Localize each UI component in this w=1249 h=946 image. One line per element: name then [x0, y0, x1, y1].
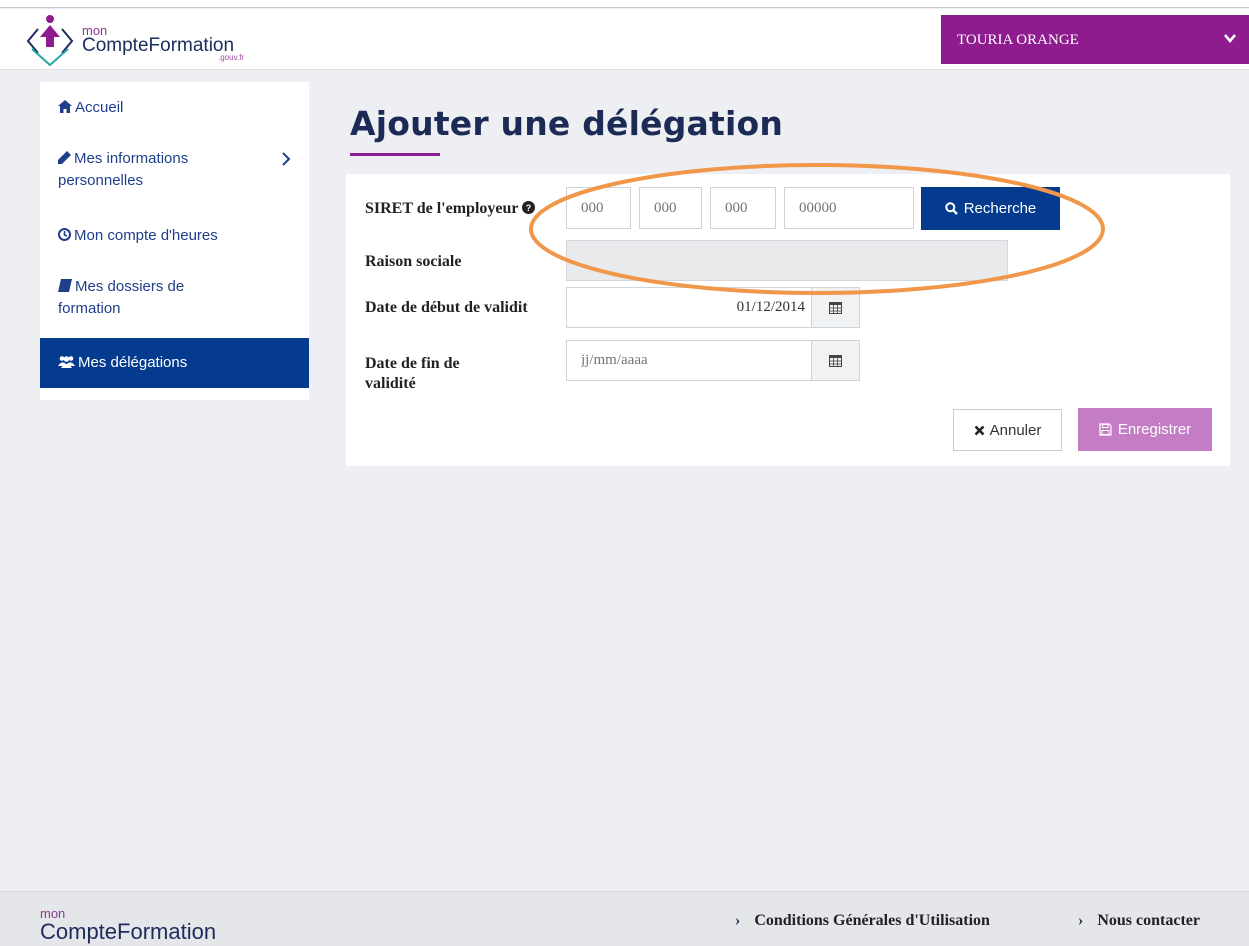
- footer-link-cgu[interactable]: › Conditions Générales d'Utilisation: [735, 912, 990, 930]
- siret-input-part4[interactable]: [784, 187, 914, 229]
- siret-input-part3[interactable]: [710, 187, 776, 229]
- page-title: Ajouter une délégation: [350, 104, 784, 143]
- chevron-down-icon: [1224, 34, 1236, 44]
- search-siret-button-label: Recherche: [963, 200, 1037, 217]
- start-date-calendar-button[interactable]: [811, 287, 860, 328]
- footer-link-contact-text: Nous contacter: [1097, 912, 1200, 929]
- raison-sociale-label: Raison sociale: [365, 253, 462, 270]
- sidebar-item-label: Mes dossiers de formation: [58, 276, 184, 320]
- end-date-input[interactable]: [566, 340, 812, 381]
- book-icon: [58, 279, 72, 292]
- sidebar-item-label: Mon compte d'heures: [58, 225, 218, 247]
- siret-input-part2[interactable]: [639, 187, 702, 229]
- raison-sociale-field: [566, 240, 1008, 281]
- sidebar-item-informations-text2: personnelles: [58, 172, 144, 189]
- save-button[interactable]: Enregistrer: [1078, 408, 1212, 451]
- siret-input-part1[interactable]: [566, 187, 631, 229]
- cancel-button-label: Annuler: [989, 421, 1042, 439]
- logo-suffix-text: .gouv.fr: [218, 53, 245, 62]
- sidebar-item-delegations-text: Mes délégations: [78, 354, 188, 371]
- site-footer: mon CompteFormation › Conditions Générale…: [0, 891, 1249, 946]
- start-date-input[interactable]: [566, 287, 812, 328]
- sidebar-item-label: Mes informations personnelles: [58, 148, 188, 192]
- pencil-icon: [58, 151, 71, 164]
- logo-name-text: CompteFormation: [82, 35, 235, 56]
- logo-mark-icon: [26, 15, 74, 67]
- help-icon[interactable]: ?: [522, 201, 536, 214]
- chevron-right-icon: [282, 152, 291, 166]
- footer-logo-name: CompteFormation: [40, 919, 217, 944]
- user-name: TOURIA ORANGE: [957, 32, 1079, 48]
- svg-text:?: ?: [526, 203, 532, 213]
- cancel-button[interactable]: Annuler: [953, 409, 1062, 451]
- footer-link-cgu-text: Conditions Générales d'Utilisation: [754, 912, 990, 929]
- users-icon: [58, 356, 75, 368]
- footer-link-contact[interactable]: › Nous contacter: [1078, 912, 1200, 930]
- start-date-label: Date de début de validit: [365, 299, 528, 316]
- end-date-label-line1: Date de fin de: [365, 355, 460, 372]
- end-date-calendar-button[interactable]: [811, 340, 860, 381]
- end-date-label: Date de fin de validité: [365, 354, 460, 394]
- sidebar-item-label: Accueil: [58, 97, 123, 119]
- sidebar-item-dossiers-text: Mes dossiers de: [75, 278, 185, 295]
- chevron-right-icon: ›: [1078, 912, 1084, 929]
- sidebar-item-dossiers[interactable]: Mes dossiers de formation: [40, 272, 309, 326]
- siret-label-text: SIRET de l'employeur: [365, 200, 519, 217]
- save-button-label: Enregistrer: [1117, 421, 1192, 438]
- sidebar-item-compte-heures-text: Mon compte d'heures: [74, 227, 218, 244]
- site-header: mon CompteFormation .gouv.fr TOURIA ORAN…: [0, 9, 1249, 70]
- chevron-right-icon: ›: [735, 912, 741, 929]
- end-date-label-line2: validité: [365, 375, 416, 392]
- search-siret-button[interactable]: Recherche: [921, 187, 1060, 230]
- sidebar-item-informations[interactable]: Mes informations personnelles: [40, 144, 309, 196]
- sidebar-item-label: Mes délégations: [58, 352, 187, 374]
- user-menu-button[interactable]: TOURIA ORANGE: [941, 15, 1249, 64]
- home-icon: [58, 100, 72, 113]
- calendar-icon: [829, 302, 842, 314]
- sidebar-item-compte-heures[interactable]: Mon compte d'heures: [40, 222, 309, 252]
- browser-top-edge: [0, 0, 1249, 8]
- siret-label: SIRET de l'employeur ?: [365, 199, 536, 219]
- sidebar-item-informations-text: Mes informations: [74, 150, 189, 167]
- sidebar-item-dossiers-text2: formation: [58, 300, 121, 317]
- sidebar-nav: Accueil Mes informations personnelles Mo…: [40, 82, 309, 400]
- close-icon: [974, 425, 985, 435]
- sidebar-item-delegations[interactable]: Mes délégations: [40, 338, 309, 388]
- site-logo[interactable]: mon CompteFormation .gouv.fr: [26, 11, 266, 67]
- search-icon: [945, 202, 958, 215]
- sidebar-item-accueil[interactable]: Accueil: [40, 94, 309, 124]
- sidebar-item-accueil-text: Accueil: [75, 99, 124, 116]
- calendar-icon: [829, 355, 842, 367]
- clock-icon: [58, 228, 71, 241]
- title-underline: [350, 153, 440, 156]
- floppy-disk-icon: [1099, 423, 1112, 436]
